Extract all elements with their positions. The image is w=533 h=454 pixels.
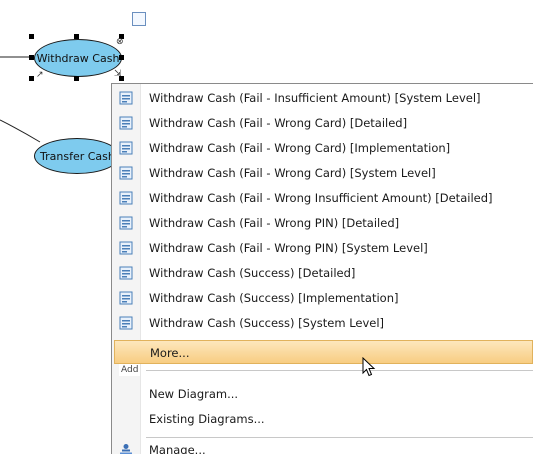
menu-item-diagram[interactable]: Withdraw Cash (Fail - Wrong PIN) [System… — [112, 236, 533, 260]
menu-separator — [146, 370, 533, 371]
menu-item-label: Withdraw Cash (Fail - Wrong Card) [Syste… — [149, 166, 436, 180]
selection-handle[interactable] — [74, 34, 79, 39]
menu-item-label: Withdraw Cash (Success) [Implementation] — [149, 291, 399, 305]
menu-item-more[interactable]: More... — [114, 340, 533, 364]
menu-item-label: Withdraw Cash (Success) [System Level] — [149, 316, 385, 330]
menu-item-label: Withdraw Cash (Success) [Detailed] — [149, 266, 356, 280]
diagram-icon — [119, 216, 133, 230]
menu-section-label: Add — [119, 364, 141, 376]
selection-handle[interactable] — [29, 34, 34, 39]
use-case-withdraw-cash[interactable]: Withdraw Cash — [34, 39, 122, 77]
menu-item-existing-diagrams[interactable]: Existing Diagrams... — [112, 407, 533, 431]
resource-catalog-icon[interactable] — [132, 12, 146, 26]
diagram-icon — [119, 141, 133, 155]
menu-item-diagram[interactable]: Withdraw Cash (Fail - Insufficient Amoun… — [112, 86, 533, 110]
menu-item-label: Withdraw Cash (Fail - Insufficient Amoun… — [149, 91, 481, 105]
menu-item-diagram[interactable]: Withdraw Cash (Success) [Detailed] — [112, 261, 533, 285]
menu-item-diagram[interactable]: Withdraw Cash (Fail - Wrong PIN) [Detail… — [112, 211, 533, 235]
menu-item-diagram[interactable]: Withdraw Cash (Success) [Implementation] — [112, 286, 533, 310]
diagram-icon — [119, 241, 133, 255]
selection-handle[interactable] — [29, 55, 34, 60]
diagram-icon — [119, 291, 133, 305]
context-menu: Withdraw Cash (Fail - Insufficient Amoun… — [111, 83, 533, 454]
menu-item-manage[interactable]: Manage... — [112, 438, 533, 454]
use-case-transfer-cash[interactable]: Transfer Cash — [34, 138, 120, 174]
use-case-label: Withdraw Cash — [36, 51, 120, 65]
diagram-icon — [119, 91, 133, 105]
reference-icon[interactable]: ⇲ — [114, 70, 122, 79]
use-case-label: Transfer Cash — [40, 149, 115, 163]
menu-item-label: Manage... — [149, 443, 206, 454]
menu-item-label: Existing Diagrams... — [149, 412, 265, 426]
mouse-pointer-icon — [362, 357, 376, 377]
menu-item-label: Withdraw Cash (Fail - Wrong Card) [Imple… — [149, 141, 451, 155]
diagram-icon — [119, 316, 133, 330]
menu-item-label: Withdraw Cash (Fail - Wrong PIN) [System… — [149, 241, 428, 255]
menu-section-add: Add — [112, 364, 533, 376]
menu-item-label: Withdraw Cash (Fail - Wrong Insufficient… — [149, 191, 493, 205]
arrow-icon[interactable]: ↗ — [36, 71, 44, 80]
selection-handle[interactable] — [74, 76, 79, 81]
menu-item-diagram[interactable]: Withdraw Cash (Fail - Wrong Card) [Imple… — [112, 136, 533, 160]
diagram-icon — [119, 266, 133, 280]
menu-item-diagram[interactable]: Withdraw Cash (Fail - Wrong Insufficient… — [112, 186, 533, 210]
selection-handle[interactable] — [119, 55, 124, 60]
menu-item-new-diagram[interactable]: New Diagram... — [112, 382, 533, 406]
diagram-icon — [119, 116, 133, 130]
manage-icon — [120, 444, 132, 454]
menu-item-label: Withdraw Cash (Fail - Wrong PIN) [Detail… — [149, 216, 400, 230]
menu-item-label: New Diagram... — [149, 387, 239, 401]
hyperlink-icon[interactable]: ⊗ — [116, 38, 124, 47]
diagram-icon — [119, 191, 133, 205]
menu-item-more-label: More... — [150, 346, 190, 360]
menu-item-diagram[interactable]: Withdraw Cash (Fail - Wrong Card) [Detai… — [112, 111, 533, 135]
menu-item-diagram[interactable]: Withdraw Cash (Fail - Wrong Card) [Syste… — [112, 161, 533, 185]
menu-item-diagram[interactable]: Withdraw Cash (Success) [System Level] — [112, 311, 533, 335]
selection-handle[interactable] — [29, 76, 34, 81]
menu-item-label: Withdraw Cash (Fail - Wrong Card) [Detai… — [149, 116, 408, 130]
diagram-icon — [119, 166, 133, 180]
association-line-transfer — [0, 119, 41, 143]
